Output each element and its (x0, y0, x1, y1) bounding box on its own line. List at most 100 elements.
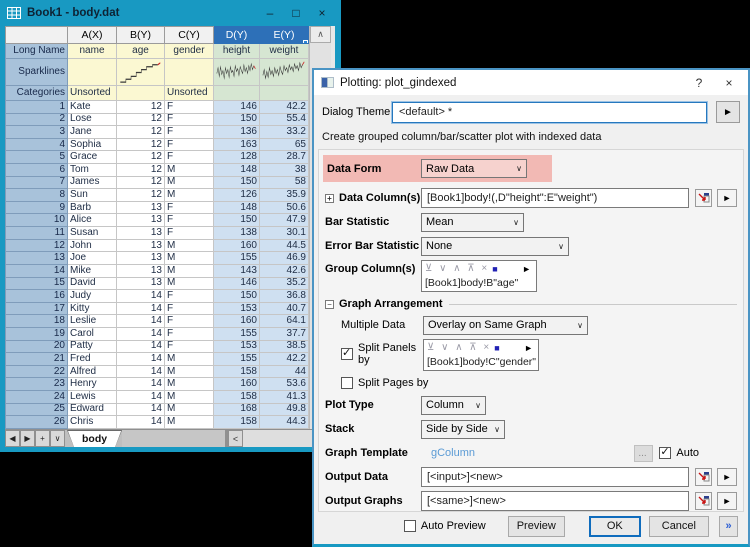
cell-height[interactable]: 128 (213, 150, 260, 165)
cell-gender[interactable]: M (164, 352, 214, 366)
cell-name[interactable]: Sophia (67, 137, 117, 152)
cell-age[interactable]: 14 (116, 314, 165, 328)
cell-age[interactable]: 14 (116, 326, 165, 341)
cell-height[interactable]: 160 (213, 238, 260, 253)
cell-age[interactable]: 14 (116, 339, 165, 354)
cell-age[interactable]: 13 (116, 251, 165, 265)
cell-weight[interactable]: 37.7 (259, 326, 309, 341)
cell-weight[interactable]: 42.2 (259, 352, 309, 366)
cell-weight[interactable]: 30.1 (259, 226, 309, 240)
sparkline-cell-weight[interactable] (259, 58, 309, 86)
cell-age[interactable]: 13 (116, 200, 165, 215)
cell-weight[interactable]: 53.6 (259, 377, 309, 392)
cell-name[interactable]: John (67, 238, 117, 253)
cell-age[interactable]: 14 (116, 364, 165, 379)
cell-height[interactable]: 153 (213, 301, 260, 316)
row-number[interactable]: 22 (5, 364, 68, 379)
row-number[interactable]: 8 (5, 188, 68, 202)
long-name-cell[interactable]: age (116, 43, 165, 59)
cell-gender[interactable]: F (164, 150, 214, 165)
row-number[interactable]: 9 (5, 200, 68, 215)
selection-handle[interactable] (303, 40, 308, 43)
data-form-dropdown[interactable]: Raw Data ∨ (421, 159, 527, 178)
row-number[interactable]: 17 (5, 301, 68, 316)
collapse-icon[interactable]: − (325, 299, 334, 309)
cell-name[interactable]: Carol (67, 326, 117, 341)
cell-name[interactable]: Chris (67, 415, 117, 429)
sparkline-cell-age[interactable] (116, 58, 165, 86)
row-number[interactable]: 12 (5, 238, 68, 253)
split-pages-checkbox[interactable] (341, 377, 353, 389)
cell-height[interactable]: 150 (213, 112, 260, 127)
row-number[interactable]: 13 (5, 251, 68, 265)
cell-gender[interactable]: F (164, 339, 214, 354)
row-number[interactable]: 23 (5, 377, 68, 392)
cell-name[interactable]: James (67, 175, 117, 190)
color-swatch-icon[interactable]: ■ (492, 264, 497, 274)
cell-height[interactable]: 150 (213, 289, 260, 303)
column-selector-button[interactable] (695, 468, 712, 486)
column-header-a[interactable]: A(X) (67, 26, 117, 44)
cell-weight[interactable]: 33.2 (259, 125, 309, 139)
help-icon[interactable]: ? (684, 76, 714, 90)
cell-age[interactable]: 13 (116, 276, 165, 291)
row-number[interactable]: 25 (5, 402, 68, 417)
cell-weight[interactable]: 65 (259, 137, 309, 152)
scroll-left-icon[interactable]: < (228, 430, 243, 447)
column-header-e[interactable]: E(Y) (259, 26, 309, 44)
cell-name[interactable]: Kate (67, 100, 117, 114)
cell-height[interactable]: 148 (213, 163, 260, 177)
cell-age[interactable]: 14 (116, 289, 165, 303)
cell-gender[interactable]: M (164, 175, 214, 190)
worksheet-titlebar[interactable]: Book1 - body.dat – □ × (5, 0, 335, 26)
cell-weight[interactable]: 50.6 (259, 200, 309, 215)
cell-gender[interactable]: F (164, 200, 214, 215)
cell-name[interactable]: Sun (67, 188, 117, 202)
cell-gender[interactable]: F (164, 112, 214, 127)
dialog-titlebar[interactable]: Plotting: plot_gindexed ? × (314, 70, 748, 95)
cell-age[interactable]: 12 (116, 150, 165, 165)
cell-age[interactable]: 13 (116, 213, 165, 228)
dialog-theme-input[interactable] (391, 100, 708, 124)
cell-gender[interactable]: F (164, 125, 214, 139)
cell-name[interactable]: Grace (67, 150, 117, 165)
cell-height[interactable]: 163 (213, 137, 260, 152)
cell-name[interactable]: David (67, 276, 117, 291)
ok-button[interactable]: OK (588, 515, 641, 537)
multiple-data-dropdown[interactable]: Overlay on Same Graph ∨ (423, 315, 588, 335)
cell-gender[interactable]: F (164, 301, 214, 316)
expand-icon[interactable]: + (325, 193, 334, 203)
cell-gender[interactable]: F (164, 137, 214, 152)
cell-age[interactable]: 12 (116, 163, 165, 177)
cell-name[interactable]: Edward (67, 402, 117, 417)
cell-weight[interactable]: 42.2 (259, 100, 309, 114)
category-cell-name[interactable]: Unsorted (67, 85, 117, 101)
cell-height[interactable]: 148 (213, 200, 260, 215)
auto-preview-checkbox[interactable] (403, 520, 416, 532)
graph-template-link[interactable]: gColumn (431, 447, 475, 459)
cell-gender[interactable]: F (164, 289, 214, 303)
cell-age[interactable]: 13 (116, 226, 165, 240)
long-name-cell[interactable]: height (213, 43, 260, 59)
browse-template-button[interactable]: ... (634, 444, 654, 462)
cell-height[interactable]: 150 (213, 213, 260, 228)
cell-gender[interactable]: M (164, 163, 214, 177)
cell-gender[interactable]: M (164, 276, 214, 291)
split-panels-item[interactable]: [Book1]body!C"gender" (427, 356, 536, 368)
cell-weight[interactable]: 47.9 (259, 213, 309, 228)
tab-nav-first-button[interactable]: ◀ (5, 430, 20, 447)
cell-gender[interactable]: F (164, 326, 214, 341)
scroll-up-icon[interactable]: ∧ (310, 26, 331, 43)
cell-height[interactable]: 146 (213, 100, 260, 114)
row-label-long-name[interactable]: Long Name (5, 43, 68, 59)
long-name-cell[interactable]: name (67, 43, 117, 59)
color-swatch-icon[interactable]: ■ (494, 343, 499, 353)
column-header-b[interactable]: B(Y) (116, 26, 165, 44)
corner-cell[interactable] (5, 26, 68, 44)
cell-weight[interactable]: 58 (259, 175, 309, 190)
row-number[interactable]: 4 (5, 137, 68, 152)
cell-age[interactable]: 12 (116, 125, 165, 139)
cell-weight[interactable]: 36.8 (259, 289, 309, 303)
cell-weight[interactable]: 41.3 (259, 390, 309, 404)
error-bar-statistic-dropdown[interactable]: None ∨ (421, 236, 569, 256)
